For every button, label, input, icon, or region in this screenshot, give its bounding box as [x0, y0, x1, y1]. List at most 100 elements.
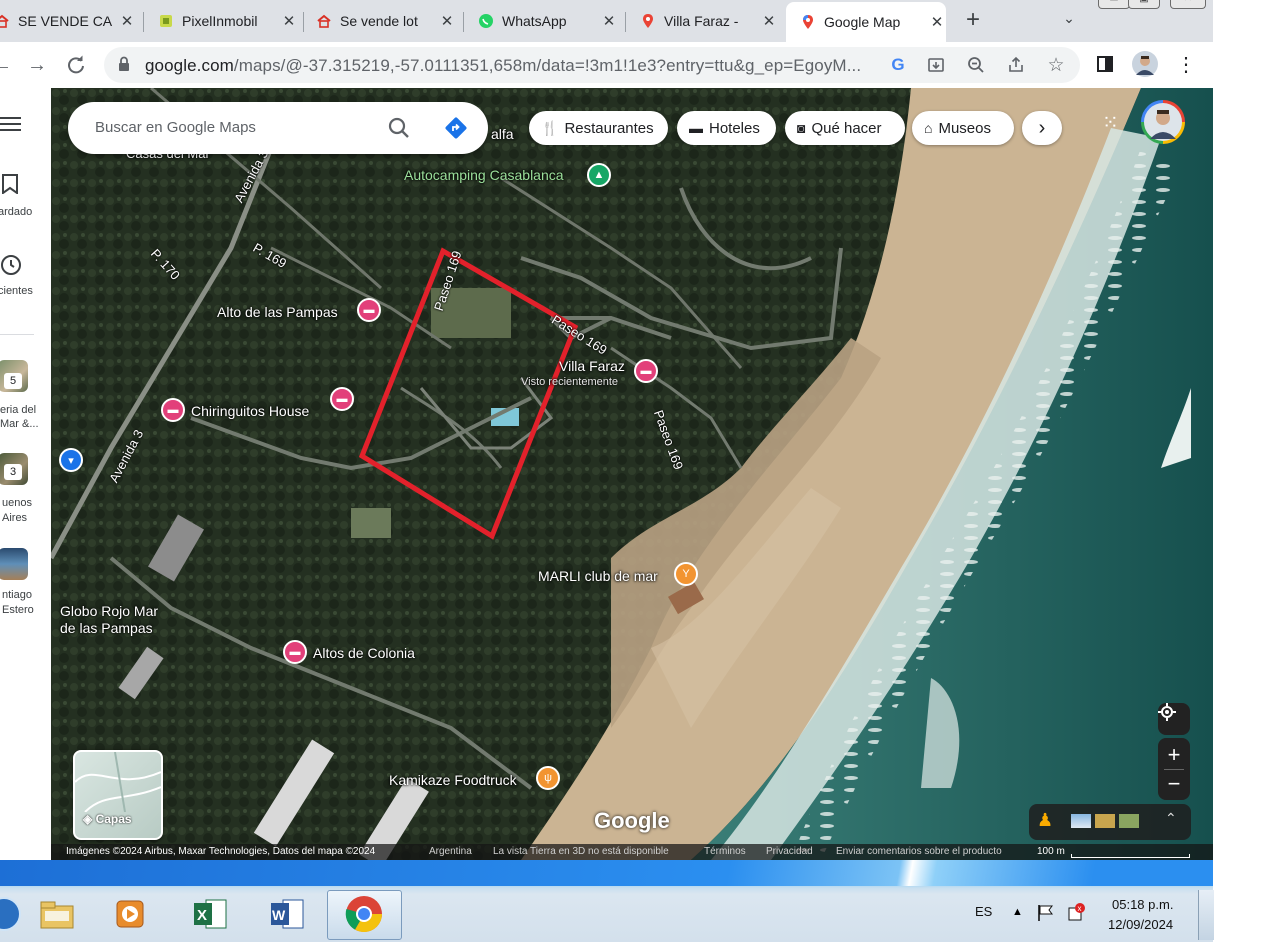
- history-icon[interactable]: [0, 254, 22, 281]
- camping-pin-icon[interactable]: ▲: [587, 163, 611, 187]
- show-desktop-button[interactable]: [1198, 890, 1214, 940]
- language-indicator[interactable]: ES: [975, 904, 992, 919]
- tab-search-chevron-icon[interactable]: ⌄: [1058, 10, 1080, 32]
- chip-museos[interactable]: ⌂ Museos: [912, 111, 1014, 145]
- minimize-window-button[interactable]: ▭: [1098, 0, 1130, 9]
- recent-badge: 3: [4, 464, 22, 480]
- close-tab-icon[interactable]: ✕: [760, 12, 778, 30]
- bookmark-icon[interactable]: [2, 174, 18, 199]
- maps-search-box[interactable]: Buscar en Google Maps: [68, 102, 488, 154]
- tab-pixelinmobil[interactable]: PixelInmobil ✕: [158, 0, 298, 42]
- zoom-out-icon[interactable]: [964, 53, 988, 77]
- place-sublabel: Visto recientemente: [521, 376, 619, 388]
- network-warning-icon[interactable]: x: [1066, 902, 1086, 927]
- place-label[interactable]: de las Pampas: [60, 620, 153, 636]
- zoom-out-button[interactable]: −: [1168, 770, 1181, 798]
- rail-recent-label[interactable]: cientes: [0, 285, 33, 297]
- close-tab-icon[interactable]: ✕: [600, 12, 618, 30]
- close-tab-icon[interactable]: ✕: [118, 12, 136, 30]
- new-tab-button[interactable]: +: [960, 8, 986, 34]
- chip-hoteles[interactable]: ▬ Hoteles: [677, 111, 776, 145]
- maximize-window-button[interactable]: ▣: [1128, 0, 1160, 9]
- kebab-menu-icon[interactable]: ⋮: [1172, 50, 1200, 78]
- close-tab-icon[interactable]: ✕: [280, 12, 298, 30]
- privacy-link[interactable]: Privacidad: [766, 846, 813, 857]
- clock-date[interactable]: 12/09/2024: [1108, 917, 1173, 932]
- shopping-pin-icon[interactable]: ▾: [59, 448, 83, 472]
- tab-title: Se vende lot: [340, 13, 418, 29]
- word-icon[interactable]: W: [265, 892, 309, 936]
- place-label[interactable]: alfa: [491, 126, 514, 142]
- recent-item-line1: ntiago: [2, 589, 32, 601]
- pegman-icon[interactable]: ♟: [1037, 810, 1053, 831]
- scale-label[interactable]: 100 m: [1037, 846, 1065, 857]
- hamburger-menu-icon[interactable]: [0, 116, 22, 137]
- bar-pin-icon[interactable]: Y: [674, 562, 698, 586]
- hotel-pin-icon[interactable]: ▬: [161, 398, 185, 422]
- hotel-pin-icon[interactable]: ▬: [283, 640, 307, 664]
- start-button[interactable]: [0, 892, 26, 936]
- country-link[interactable]: Argentina: [429, 846, 472, 857]
- field-thumbnail[interactable]: [1119, 814, 1139, 828]
- forward-arrow-icon[interactable]: →: [23, 51, 51, 79]
- excel-icon[interactable]: X: [188, 892, 232, 936]
- chip-que-hacer[interactable]: ◙ Qué hacer: [785, 111, 905, 145]
- place-label[interactable]: Villa Faraz: [559, 358, 625, 374]
- place-label[interactable]: Kamikaze Foodtruck: [389, 772, 517, 788]
- chip-label: Restaurantes: [564, 119, 654, 137]
- share-icon[interactable]: [1004, 53, 1028, 77]
- apps-grid-icon[interactable]: ⁙: [1102, 110, 1119, 135]
- place-label[interactable]: Globo Rojo Mar: [60, 603, 158, 619]
- tab-se-vende-lote[interactable]: Se vende lot ✕: [316, 0, 456, 42]
- search-input[interactable]: Buscar en Google Maps: [95, 119, 256, 136]
- bookmark-star-icon[interactable]: ☆: [1044, 53, 1068, 77]
- back-arrow-icon[interactable]: ←: [0, 51, 16, 79]
- recent-place-thumbnail[interactable]: [0, 548, 28, 580]
- tab-villa-faraz[interactable]: Villa Faraz - ✕: [640, 0, 778, 42]
- google-lens-icon[interactable]: G: [886, 53, 910, 77]
- expand-up-icon[interactable]: ⌃: [1165, 810, 1177, 827]
- chips-next-button[interactable]: ›: [1022, 111, 1062, 145]
- satellite-map[interactable]: Avenida 3 Avenida 3 P. 170 P. 169 Paseo …: [51, 88, 1213, 860]
- install-app-icon[interactable]: [924, 53, 948, 77]
- food-pin-icon[interactable]: ψ: [536, 766, 560, 790]
- place-label[interactable]: Chiringuitos House: [191, 403, 309, 419]
- close-tab-icon[interactable]: ✕: [438, 12, 456, 30]
- clock-time[interactable]: 05:18 p.m.: [1112, 897, 1173, 912]
- place-label[interactable]: Autocamping Casablanca: [404, 167, 564, 183]
- my-location-button[interactable]: [1158, 703, 1190, 735]
- rail-saved-label[interactable]: ardado: [0, 206, 32, 218]
- chip-label: Museos: [938, 119, 991, 137]
- chrome-taskbar-button[interactable]: [327, 890, 402, 940]
- close-window-button[interactable]: ✕: [1170, 0, 1206, 9]
- hotel-pin-icon[interactable]: ▬: [634, 359, 658, 383]
- feedback-link[interactable]: Enviar comentarios sobre el producto: [836, 846, 1002, 857]
- layers-button[interactable]: ◈ Capas: [73, 750, 163, 840]
- terms-link[interactable]: Términos: [704, 846, 746, 857]
- terrain-thumbnail[interactable]: [1095, 814, 1115, 828]
- show-hidden-icons-icon[interactable]: ▲: [1012, 906, 1023, 918]
- close-tab-icon[interactable]: ✕: [928, 13, 946, 31]
- hotel-pin-icon[interactable]: ▬: [330, 387, 354, 411]
- sky-thumbnail[interactable]: [1071, 814, 1091, 828]
- hotel-pin-icon[interactable]: ▬: [357, 298, 381, 322]
- earth-3d-notice: La vista Tierra en 3D no está disponible: [493, 846, 669, 857]
- action-center-flag-icon[interactable]: [1037, 904, 1055, 927]
- account-avatar[interactable]: [1141, 100, 1185, 144]
- media-player-icon[interactable]: [108, 892, 152, 936]
- tab-se-vende-casa[interactable]: SE VENDE CA ✕: [0, 0, 136, 42]
- chevron-right-icon: ›: [1038, 116, 1046, 139]
- tab-whatsapp[interactable]: WhatsApp ✕: [478, 0, 618, 42]
- zoom-in-button[interactable]: +: [1168, 741, 1181, 769]
- place-label[interactable]: Alto de las Pampas: [217, 304, 338, 320]
- tab-google-maps[interactable]: Google Map ✕: [786, 2, 946, 42]
- file-explorer-icon[interactable]: [35, 892, 79, 936]
- pixel-icon: [158, 13, 174, 29]
- profile-avatar[interactable]: [1131, 50, 1159, 78]
- place-label[interactable]: Altos de Colonia: [313, 645, 415, 661]
- place-label[interactable]: MARLI club de mar: [538, 568, 658, 584]
- chip-restaurantes[interactable]: 🍴 Restaurantes: [529, 111, 668, 145]
- address-bar[interactable]: google.com/maps/@-37.315219,-57.0111351,…: [104, 47, 1080, 83]
- reload-icon[interactable]: [62, 51, 90, 79]
- side-panel-icon[interactable]: [1091, 50, 1119, 78]
